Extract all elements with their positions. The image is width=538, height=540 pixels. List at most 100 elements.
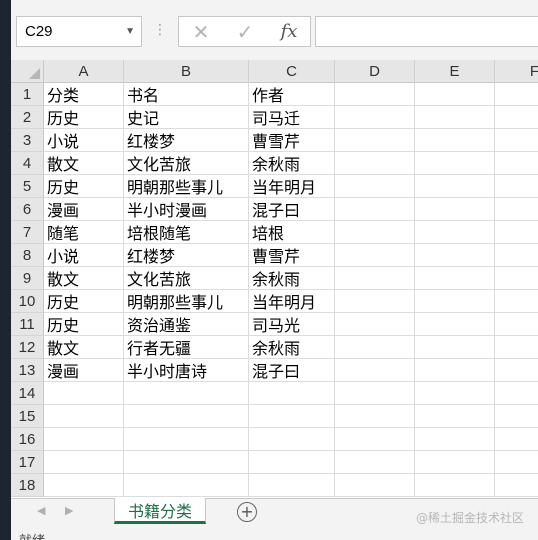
row-header[interactable]: 11 — [11, 313, 44, 336]
cell[interactable] — [495, 244, 538, 267]
formula-input[interactable] — [315, 16, 538, 47]
cell[interactable]: 培根随笔 — [124, 221, 249, 244]
cell[interactable]: 行者无疆 — [124, 336, 249, 359]
cell[interactable] — [415, 152, 495, 175]
cell[interactable] — [495, 129, 538, 152]
cell[interactable] — [415, 175, 495, 198]
cell[interactable]: 漫画 — [44, 198, 124, 221]
row-header[interactable]: 17 — [11, 451, 44, 474]
cell[interactable] — [495, 313, 538, 336]
cell[interactable]: 散文 — [44, 152, 124, 175]
cell[interactable]: 史记 — [124, 106, 249, 129]
column-header-e[interactable]: E — [415, 60, 495, 83]
cell[interactable] — [335, 175, 415, 198]
next-sheet-icon[interactable]: ▶ — [65, 504, 73, 517]
cell[interactable]: 文化苦旅 — [124, 152, 249, 175]
cell[interactable] — [495, 106, 538, 129]
cell[interactable] — [495, 83, 538, 106]
cell[interactable] — [495, 290, 538, 313]
row-header[interactable]: 3 — [11, 129, 44, 152]
cell[interactable] — [249, 428, 335, 451]
cell[interactable] — [44, 405, 124, 428]
cell[interactable]: 资治通鉴 — [124, 313, 249, 336]
cell[interactable] — [495, 152, 538, 175]
cell[interactable] — [124, 405, 249, 428]
cell[interactable]: 历史 — [44, 313, 124, 336]
row-header[interactable]: 7 — [11, 221, 44, 244]
cell[interactable] — [335, 474, 415, 497]
column-header-a[interactable]: A — [44, 60, 124, 83]
cell[interactable] — [415, 106, 495, 129]
cell[interactable] — [335, 106, 415, 129]
row-header[interactable]: 15 — [11, 405, 44, 428]
cell[interactable] — [415, 244, 495, 267]
enter-icon[interactable]: ✓ — [225, 17, 265, 46]
cell[interactable] — [44, 428, 124, 451]
cell[interactable]: 明朝那些事儿 — [124, 175, 249, 198]
row-header[interactable]: 6 — [11, 198, 44, 221]
cell[interactable] — [124, 451, 249, 474]
sheet-tab-books[interactable]: 书籍分类 — [114, 498, 206, 524]
cell[interactable]: 小说 — [44, 244, 124, 267]
cell[interactable]: 历史 — [44, 290, 124, 313]
cell[interactable] — [335, 428, 415, 451]
column-header-c[interactable]: C — [249, 60, 335, 83]
cell[interactable]: 红楼梦 — [124, 129, 249, 152]
cell[interactable] — [335, 451, 415, 474]
cell[interactable] — [495, 175, 538, 198]
cell[interactable] — [249, 451, 335, 474]
cell[interactable] — [335, 244, 415, 267]
cell[interactable] — [495, 382, 538, 405]
cell[interactable]: 当年明月 — [249, 175, 335, 198]
row-header[interactable]: 9 — [11, 267, 44, 290]
cell[interactable] — [415, 313, 495, 336]
cell[interactable] — [415, 405, 495, 428]
column-header-b[interactable]: B — [124, 60, 249, 83]
cell[interactable]: 随笔 — [44, 221, 124, 244]
row-header[interactable]: 2 — [11, 106, 44, 129]
cell[interactable] — [415, 359, 495, 382]
cell[interactable]: 混子曰 — [249, 198, 335, 221]
cell[interactable]: 曹雪芹 — [249, 244, 335, 267]
insert-function-icon[interactable]: fx — [269, 17, 309, 46]
cell[interactable] — [495, 221, 538, 244]
cell[interactable] — [335, 83, 415, 106]
cell[interactable] — [335, 198, 415, 221]
cell[interactable] — [249, 405, 335, 428]
cell[interactable]: 余秋雨 — [249, 152, 335, 175]
cell[interactable]: 历史 — [44, 106, 124, 129]
cell[interactable] — [495, 198, 538, 221]
cell[interactable]: 当年明月 — [249, 290, 335, 313]
cell[interactable]: 司马光 — [249, 313, 335, 336]
row-header[interactable]: 1 — [11, 83, 44, 106]
column-header-d[interactable]: D — [335, 60, 415, 83]
cell[interactable] — [415, 129, 495, 152]
row-header[interactable]: 8 — [11, 244, 44, 267]
cell[interactable]: 半小时唐诗 — [124, 359, 249, 382]
cancel-icon[interactable]: ✕ — [181, 17, 221, 46]
cell[interactable] — [495, 359, 538, 382]
cell[interactable] — [415, 290, 495, 313]
cell[interactable]: 红楼梦 — [124, 244, 249, 267]
cell[interactable] — [335, 152, 415, 175]
cell[interactable]: 余秋雨 — [249, 267, 335, 290]
row-header[interactable]: 14 — [11, 382, 44, 405]
row-header[interactable]: 13 — [11, 359, 44, 382]
cell[interactable] — [44, 451, 124, 474]
row-header[interactable]: 12 — [11, 336, 44, 359]
chevron-down-icon[interactable]: ▼ — [125, 26, 135, 37]
cell[interactable] — [44, 382, 124, 405]
cell[interactable] — [495, 336, 538, 359]
cell[interactable]: 曹雪芹 — [249, 129, 335, 152]
cell[interactable] — [44, 474, 124, 497]
cell[interactable] — [335, 336, 415, 359]
cell[interactable] — [415, 83, 495, 106]
cell[interactable] — [495, 267, 538, 290]
add-sheet-icon[interactable]: + — [237, 502, 257, 522]
cell[interactable] — [335, 221, 415, 244]
cell[interactable]: 作者 — [249, 83, 335, 106]
cell[interactable] — [124, 474, 249, 497]
row-header[interactable]: 4 — [11, 152, 44, 175]
cell[interactable] — [335, 382, 415, 405]
cell[interactable] — [249, 382, 335, 405]
